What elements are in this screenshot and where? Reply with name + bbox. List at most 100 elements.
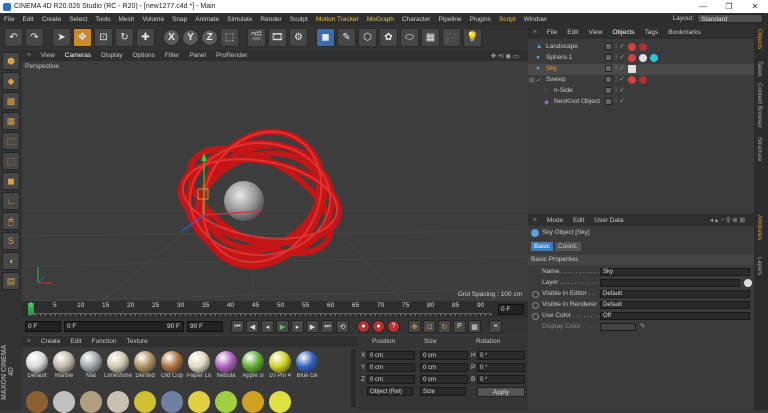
objects-menu-objects[interactable]: Objects	[607, 29, 639, 36]
material-menu-texture[interactable]: Texture	[121, 338, 152, 345]
material-item[interactable]: Marble	[51, 351, 77, 379]
y-axis-lock-button[interactable]: Y	[182, 29, 199, 46]
apply-button[interactable]: Apply	[477, 387, 525, 397]
sidetab-takes[interactable]: Takes	[756, 61, 762, 77]
last-tool-icon[interactable]: ✚	[136, 28, 155, 47]
animate-radio-icon[interactable]	[532, 291, 539, 298]
polygons-mode-icon[interactable]: ◼	[2, 172, 20, 190]
tweak-mode-icon[interactable]: 🖱	[2, 212, 20, 230]
menu-plugins[interactable]: Plugins	[466, 16, 495, 23]
material-item[interactable]: 10 Pin 4	[267, 351, 293, 379]
viewport-menu-panel[interactable]: Panel	[184, 52, 211, 59]
scale-tool-icon[interactable]: ⊡	[94, 28, 113, 47]
scale-key-icon[interactable]: ⊡	[423, 320, 436, 333]
visibility-dots[interactable]: ⁝ ✓	[615, 64, 625, 72]
material-item[interactable]: Default	[24, 351, 50, 379]
render-settings-icon[interactable]: ⚙	[289, 28, 308, 47]
menu-sculpt[interactable]: Sculpt	[286, 16, 312, 23]
menu-render[interactable]: Render	[256, 16, 285, 23]
objects-menu-bookmarks[interactable]: Bookmarks	[663, 29, 706, 36]
material-item[interactable]: Mat	[78, 351, 104, 379]
object-row-landscape[interactable]: ▲ Landscape ⁝ ✓	[528, 42, 754, 53]
workplane-icon[interactable]: ▦	[2, 112, 20, 130]
coordinate-mode-dropdown[interactable]: Object (Rel)	[367, 387, 413, 396]
viewport-menu-prorender[interactable]: ProRender	[211, 52, 252, 59]
attributes-menu-edit[interactable]: Edit	[568, 217, 589, 224]
snap-icon[interactable]: S	[2, 232, 20, 250]
visibility-dots[interactable]: ⁝ ✓	[615, 42, 625, 50]
rotation-p-field[interactable]: 0 °	[477, 363, 525, 372]
x-axis-lock-button[interactable]: X	[163, 29, 180, 46]
visibility-dots[interactable]: ⁝ ✓	[615, 75, 625, 83]
visibility-dots[interactable]: ⁝ ✓	[615, 97, 625, 105]
menu-motion-tracker[interactable]: Motion Tracker	[312, 16, 363, 23]
subdivision-icon[interactable]: ⬡	[358, 28, 377, 47]
layer-checkbox[interactable]	[605, 87, 612, 94]
record-active-icon[interactable]: ●	[357, 320, 370, 333]
tab-coord[interactable]: Coord.	[555, 242, 581, 251]
z-axis-lock-button[interactable]: Z	[201, 29, 218, 46]
display-color-swatch[interactable]	[600, 323, 636, 331]
menu-volume[interactable]: Volume	[138, 16, 168, 23]
select-arrow-icon[interactable]: ➤	[52, 28, 71, 47]
layout-dropdown[interactable]: Standard	[697, 14, 763, 23]
play-icon[interactable]: ▶	[276, 320, 289, 333]
attributes-nav-icons[interactable]: ◂ ▴ ◔ ⚲ ⊕ ⊞	[705, 216, 750, 224]
objects-menu-tags[interactable]: Tags	[640, 29, 664, 36]
make-editable-icon[interactable]: ⬢	[2, 52, 20, 70]
material-item[interactable]: Paper Lo	[186, 351, 212, 379]
objects-menu-view[interactable]: View	[583, 29, 607, 36]
render-view-icon[interactable]: 🎬	[247, 28, 266, 47]
size-y-field[interactable]: 0 cm	[420, 363, 468, 372]
perspective-viewport[interactable]: Perspective Grid Spacing : 100 cm	[22, 61, 528, 301]
size-mode-dropdown[interactable]: Size	[420, 387, 466, 396]
layer-field[interactable]	[600, 279, 740, 287]
parameter-key-icon[interactable]: P	[453, 320, 466, 333]
position-y-field[interactable]: 0 cm	[367, 363, 415, 372]
layer-checkbox[interactable]	[605, 76, 612, 83]
viewport-menu-display[interactable]: Display	[96, 52, 127, 59]
goto-end-icon[interactable]: ⏭	[321, 320, 334, 333]
close-button[interactable]: ✕	[742, 0, 768, 13]
collapse-toggle-icon[interactable]: ⊟	[529, 76, 534, 84]
sidetab-layers[interactable]: Layers	[756, 257, 762, 275]
pen-spline-icon[interactable]: ✎	[337, 28, 356, 47]
menu-select[interactable]: Select	[65, 16, 91, 23]
magnet-icon[interactable]: ◖	[2, 252, 20, 270]
floor-scene-icon[interactable]: ▦	[421, 28, 440, 47]
material-tag-icon[interactable]	[650, 54, 658, 62]
timeline-ruler[interactable]: 0 5 10 15 20 25 30 35 40 45 50 55 60 65 …	[22, 301, 528, 318]
material-scrollbar[interactable]	[351, 349, 356, 407]
menu-pipeline[interactable]: Pipeline	[434, 16, 465, 23]
layer-checkbox[interactable]	[605, 54, 612, 61]
texture-mode-icon[interactable]: ▩	[2, 92, 20, 110]
attributes-menu-mode[interactable]: Mode	[542, 217, 568, 224]
render-picture-viewer-icon[interactable]: 🎞	[268, 28, 287, 47]
next-key-icon[interactable]: ▶	[306, 320, 319, 333]
viewport-menu-options[interactable]: Options	[127, 52, 159, 59]
layer-checkbox[interactable]	[605, 98, 612, 105]
goto-start-icon[interactable]: ⏮	[231, 320, 244, 333]
sidetab-objects[interactable]: Objects	[756, 29, 762, 49]
material-tag-icon[interactable]	[628, 54, 636, 62]
menu-file[interactable]: File	[0, 16, 18, 23]
rotation-key-icon[interactable]: ↻	[438, 320, 451, 333]
camera-icon[interactable]: 🎥	[442, 28, 461, 47]
viewport-menu-filter[interactable]: Filter	[160, 52, 184, 59]
material-tag-icon[interactable]	[639, 76, 647, 84]
timeline-end-field[interactable]: 0 F	[498, 304, 524, 315]
use-color-dropdown[interactable]: Off	[600, 312, 750, 320]
rotation-b-field[interactable]: 0 °	[477, 375, 525, 384]
layer-checkbox[interactable]	[605, 43, 612, 50]
eyedropper-icon[interactable]: ✎	[640, 322, 645, 330]
keyframe-selection-icon[interactable]: ?	[387, 320, 400, 333]
points-mode-icon[interactable]: ⬚	[2, 132, 20, 150]
prev-frame-icon[interactable]: ◂	[261, 320, 274, 333]
viewport-menu-view[interactable]: View	[36, 52, 60, 59]
visibility-dots[interactable]: ⁝ ✓	[615, 53, 625, 61]
object-row-nside[interactable]: ○ n-Side ⁝ ✓	[528, 86, 754, 97]
current-frame-field[interactable]: 0 F	[25, 321, 61, 332]
axis-mode-icon[interactable]: ∟	[2, 192, 20, 210]
material-menu-function[interactable]: Function	[87, 338, 122, 345]
tab-basic[interactable]: Basic	[531, 242, 553, 251]
